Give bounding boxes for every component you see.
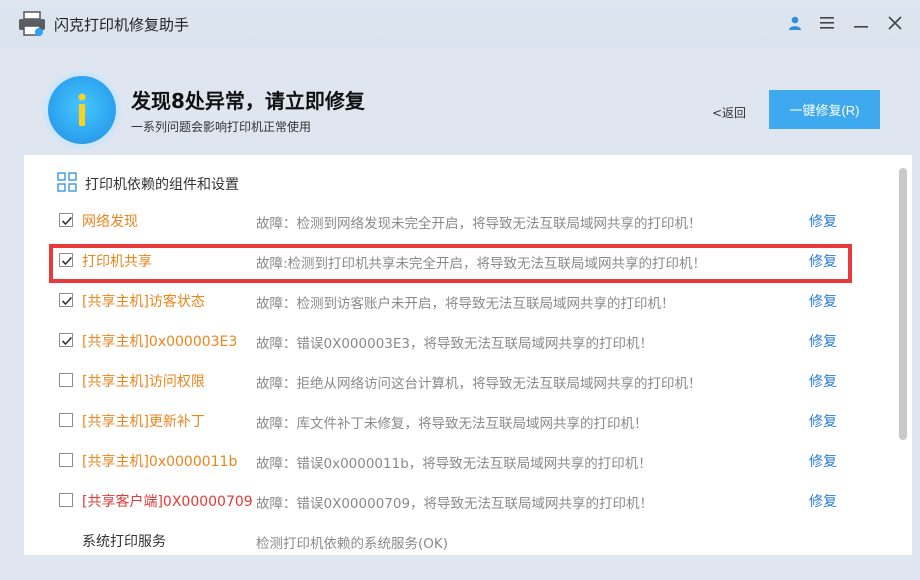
issue-row: 网络发现 故障：检测到网络发现未完全开启，将导致无法互联局域网共享的打印机！ 修… bbox=[24, 200, 894, 240]
issue-name: [共享主机]0x000003E3 bbox=[82, 334, 238, 350]
service-row: 系统打印服务 检测打印机依赖的系统服务(OK) bbox=[24, 520, 894, 560]
issue-description: 故障：检测到网络发现未完全开启，将导致无法互联局域网共享的打印机！ bbox=[256, 216, 702, 232]
grid-icon bbox=[57, 172, 77, 196]
issue-row: [共享主机]0x000003E3 故障：错误0X000003E3，将导致无法互联… bbox=[24, 320, 894, 360]
checkbox[interactable] bbox=[59, 413, 73, 427]
issue-description: 故障：错误0X00000709，将导致无法互联局域网共享的打印机！ bbox=[256, 496, 654, 512]
issue-description: 故障：错误0x0000011b，将导致无法互联局域网共享的打印机！ bbox=[256, 456, 652, 472]
checkbox[interactable] bbox=[59, 493, 73, 507]
fix-link[interactable]: 修复 bbox=[809, 451, 837, 471]
section-title: 打印机依赖的组件和设置 bbox=[85, 177, 239, 193]
fix-link[interactable]: 修复 bbox=[809, 411, 837, 431]
issue-name: [共享主机]访客状态 bbox=[82, 294, 205, 310]
service-name: 系统打印服务 bbox=[82, 534, 166, 550]
alert-header: 发现8处异常，请立即修复 一系列问题会影响打印机正常使用 <返回 一键修复(R) bbox=[0, 48, 920, 155]
user-icon[interactable] bbox=[784, 12, 806, 34]
scrollbar-thumb[interactable] bbox=[899, 168, 907, 440]
issue-name: [共享主机]更新补丁 bbox=[82, 414, 205, 430]
issue-row: [共享客户端]0X00000709 故障：错误0X00000709，将导致无法互… bbox=[24, 480, 894, 520]
checkbox[interactable] bbox=[59, 373, 73, 387]
fix-all-button[interactable]: 一键修复(R) bbox=[769, 90, 880, 129]
back-link[interactable]: <返回 bbox=[712, 104, 746, 121]
issue-name: 网络发现 bbox=[82, 214, 138, 230]
checkbox[interactable] bbox=[59, 453, 73, 467]
issue-description: 故障：拒绝从网络访问这台计算机，将导致无法互联局域网共享的打印机！ bbox=[256, 376, 702, 392]
app-title: 闪克打印机修复助手 bbox=[54, 16, 190, 34]
issue-row: [共享主机]访问权限 故障：拒绝从网络访问这台计算机，将导致无法互联局域网共享的… bbox=[24, 360, 894, 400]
service-status: 检测打印机依赖的系统服务(OK) bbox=[256, 536, 449, 552]
checkbox[interactable] bbox=[59, 333, 73, 347]
close-icon[interactable] bbox=[884, 12, 906, 34]
issue-description: 故障：检测到访客账户未开启，将导致无法互联局域网共享的打印机！ bbox=[256, 296, 675, 312]
issue-description: 故障：库文件补丁未修复，将导致无法互联局域网共享的打印机！ bbox=[256, 416, 648, 432]
issue-name: [共享客户端]0X00000709 bbox=[82, 494, 253, 510]
checkbox[interactable] bbox=[59, 293, 73, 307]
issue-name: [共享主机]访问权限 bbox=[82, 374, 205, 390]
info-icon bbox=[48, 76, 116, 144]
section-header: 打印机依赖的组件和设置 bbox=[57, 172, 239, 196]
fix-link[interactable]: 修复 bbox=[809, 291, 837, 311]
issue-name: [共享主机]0x0000011b bbox=[82, 454, 238, 470]
fix-link[interactable]: 修复 bbox=[809, 211, 837, 231]
issue-row: [共享主机]访客状态 故障：检测到访客账户未开启，将导致无法互联局域网共享的打印… bbox=[24, 280, 894, 320]
issue-row: [共享主机]更新补丁 故障：库文件补丁未修复，将导致无法互联局域网共享的打印机！… bbox=[24, 400, 894, 440]
fix-link[interactable]: 修复 bbox=[809, 371, 837, 391]
issue-row: [共享主机]0x0000011b 故障：错误0x0000011b，将导致无法互联… bbox=[24, 440, 894, 480]
page-subtitle: 一系列问题会影响打印机正常使用 bbox=[131, 120, 312, 134]
fix-link[interactable]: 修复 bbox=[809, 491, 837, 511]
issue-description: 故障：错误0X000003E3，将导致无法互联局域网共享的打印机！ bbox=[256, 336, 653, 352]
page-title: 发现8处异常，请立即修复 bbox=[131, 89, 365, 113]
minimize-icon[interactable] bbox=[850, 12, 872, 34]
printer-icon bbox=[18, 11, 46, 37]
highlight-box bbox=[49, 244, 852, 283]
title-bar: 闪克打印机修复助手 bbox=[0, 0, 920, 48]
menu-icon[interactable] bbox=[816, 12, 838, 34]
fix-link[interactable]: 修复 bbox=[809, 331, 837, 351]
checkbox[interactable] bbox=[59, 213, 73, 227]
